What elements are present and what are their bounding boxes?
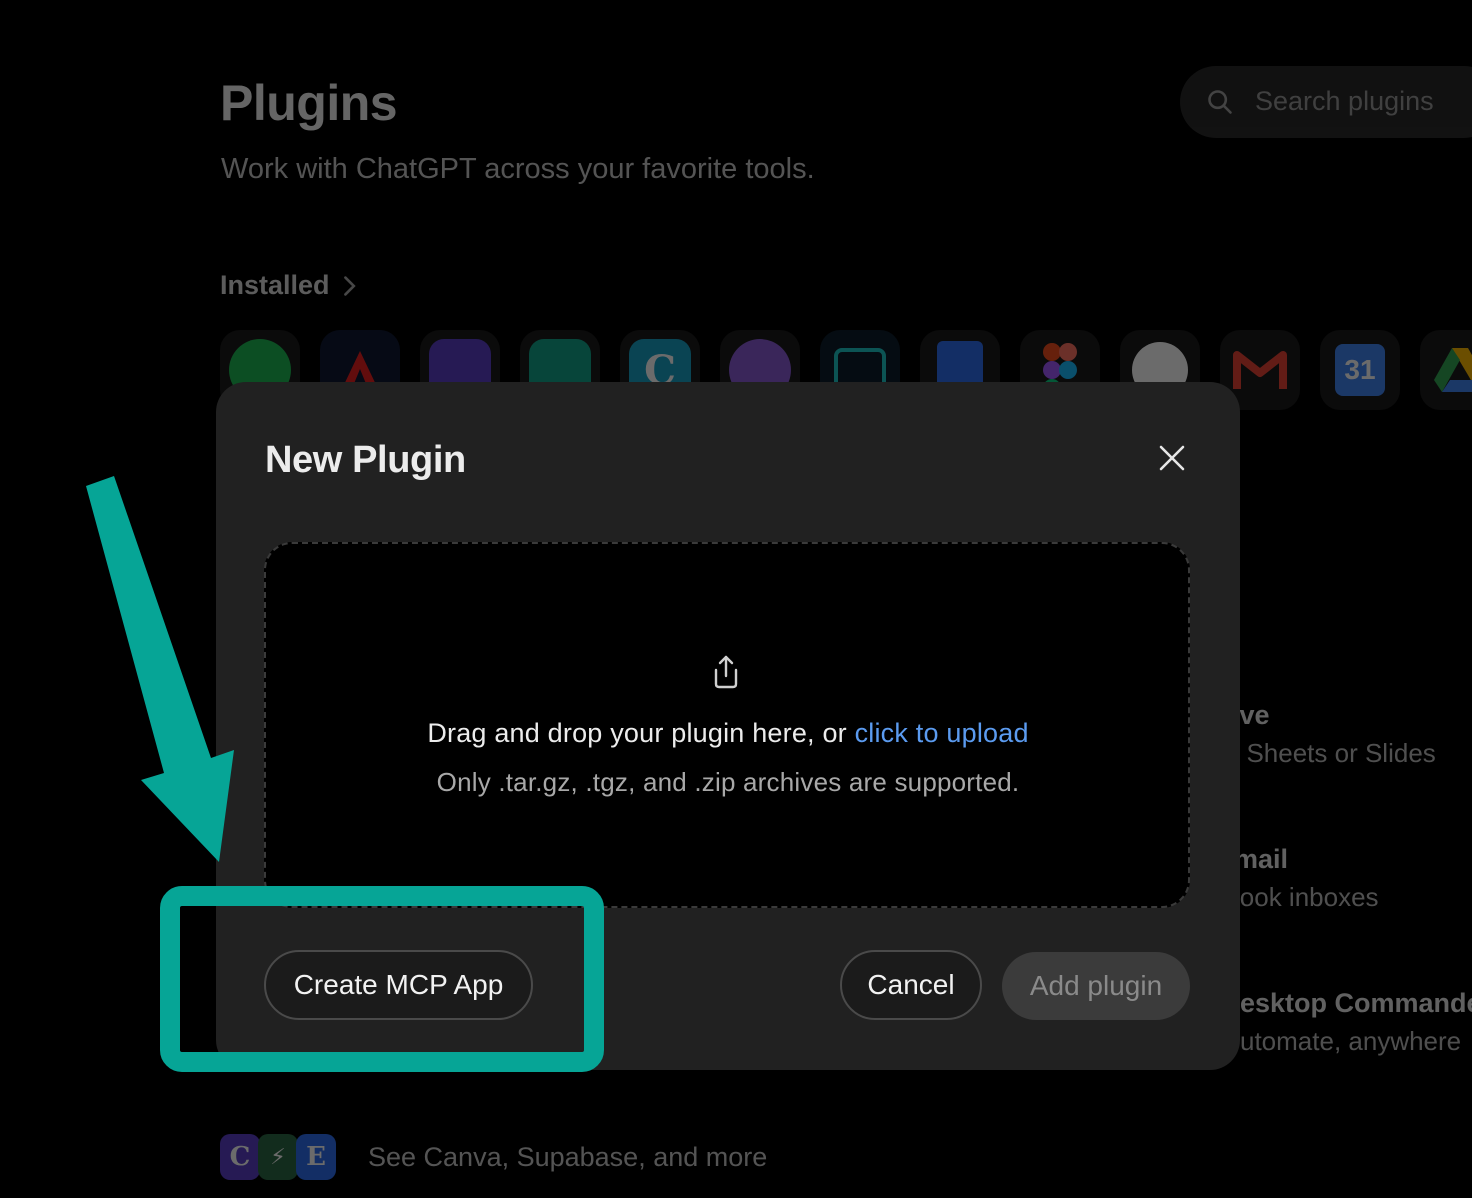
cancel-button[interactable]: Cancel <box>840 950 982 1020</box>
highlight-box-annotation <box>160 886 604 1072</box>
dropzone-text: Drag and drop your plugin here, or <box>427 718 855 748</box>
more-plugins-link[interactable]: C ⚡ E See Canva, Supabase, and more <box>220 1134 767 1180</box>
plugin-row-desc: look inboxes <box>1234 882 1379 912</box>
supported-formats-hint: Only .tar.gz, .tgz, and .zip archives ar… <box>436 767 1020 797</box>
supabase-chip-icon: ⚡ <box>258 1134 298 1180</box>
installed-section-link[interactable]: Installed <box>220 270 358 301</box>
dropzone-instructions: Drag and drop your plugin here, or click… <box>216 718 1240 749</box>
plugin-row-name: mail <box>1234 844 1289 874</box>
installed-label: Installed <box>220 270 330 300</box>
dialog-title: New Plugin <box>265 439 466 481</box>
plugin-row-desc: , Sheets or Slides <box>1232 738 1436 768</box>
search-icon <box>1208 90 1232 114</box>
add-plugin-button[interactable]: Add plugin <box>1002 952 1190 1020</box>
chevron-right-icon <box>343 275 356 296</box>
canva-chip-icon: C <box>220 1134 260 1180</box>
close-button[interactable] <box>1154 440 1190 476</box>
click-to-upload-link[interactable]: click to upload <box>855 718 1029 748</box>
search-placeholder: Search plugins <box>1255 86 1434 116</box>
e-chip-icon: E <box>296 1134 336 1180</box>
google-drive-icon[interactable] <box>1420 330 1472 410</box>
page-title: Plugins <box>220 75 398 131</box>
search-plugins-input[interactable]: Search plugins <box>1180 66 1472 138</box>
plugin-row-name: esktop Commande <box>1240 988 1472 1018</box>
google-calendar-icon[interactable]: 31 <box>1320 330 1400 410</box>
plugin-row-desc: utomate, anywhere <box>1240 1026 1462 1056</box>
page-subtitle: Work with ChatGPT across your favorite t… <box>221 153 815 185</box>
close-icon <box>1159 445 1185 471</box>
upload-icon <box>714 655 738 689</box>
more-plugins-text: See Canva, Supabase, and more <box>368 1141 768 1172</box>
